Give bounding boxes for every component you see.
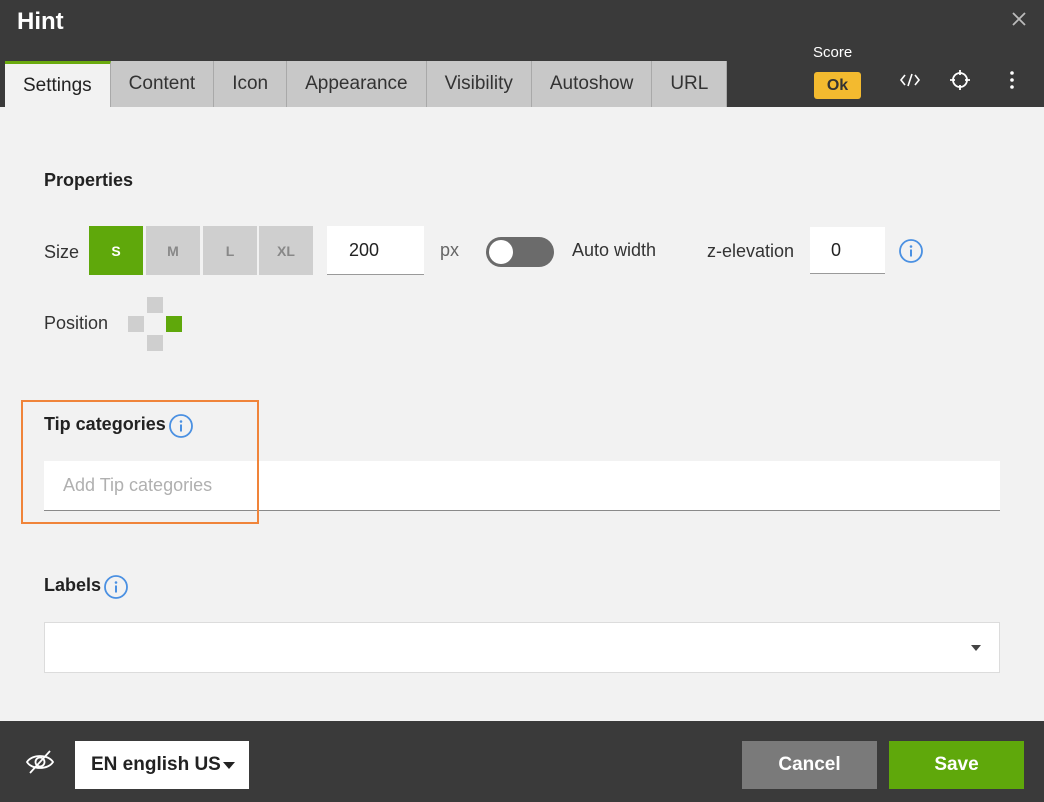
- crosshair-icon[interactable]: [946, 66, 974, 94]
- tab-appearance[interactable]: Appearance: [287, 61, 427, 107]
- tip-categories-input[interactable]: Add Tip categories: [44, 461, 1000, 511]
- labels-info-icon[interactable]: [103, 574, 129, 600]
- score-label: Score: [813, 44, 853, 61]
- tab-content[interactable]: Content: [110, 61, 215, 107]
- tab-visibility[interactable]: Visibility: [426, 61, 532, 107]
- z-elevation-label: z-elevation: [707, 241, 795, 261]
- toggle-knob: [489, 240, 513, 264]
- size-m-button[interactable]: M: [146, 226, 200, 275]
- width-input[interactable]: 200: [327, 226, 424, 275]
- auto-width-toggle[interactable]: [486, 237, 554, 267]
- more-vertical-icon[interactable]: [998, 66, 1026, 94]
- tab-settings[interactable]: Settings: [5, 61, 111, 107]
- properties-title: Properties: [44, 170, 134, 190]
- dialog-title: Hint: [17, 8, 64, 35]
- labels-title: Labels: [44, 575, 102, 595]
- chevron-down-icon: [971, 645, 981, 651]
- position-label: Position: [44, 313, 109, 333]
- tab-url[interactable]: URL: [652, 61, 728, 107]
- close-icon[interactable]: [1008, 8, 1030, 30]
- size-label: Size: [44, 242, 80, 262]
- save-button[interactable]: Save: [889, 741, 1024, 789]
- language-select[interactable]: EN english US: [75, 741, 249, 789]
- chevron-down-icon: [223, 762, 235, 769]
- z-elevation-input[interactable]: 0: [810, 227, 885, 274]
- cancel-button[interactable]: Cancel: [742, 741, 877, 789]
- auto-width-label: Auto width: [572, 240, 657, 260]
- tab-bar: Settings Content Icon Appearance Visibil…: [5, 61, 728, 107]
- dialog-header: Hint Settings Content Icon Appearance Vi…: [0, 0, 1044, 107]
- dialog-footer: EN english US Cancel Save: [0, 721, 1044, 802]
- code-icon[interactable]: [896, 66, 924, 94]
- position-right-cell[interactable]: [166, 316, 182, 332]
- position-top-cell[interactable]: [147, 297, 163, 313]
- position-left-cell[interactable]: [128, 316, 144, 332]
- position-bottom-cell[interactable]: [147, 335, 163, 351]
- tip-categories-info-icon[interactable]: [168, 413, 194, 439]
- eye-slash-icon[interactable]: [24, 746, 56, 778]
- tip-categories-title: Tip categories: [44, 414, 166, 434]
- size-xl-button[interactable]: XL: [259, 226, 313, 275]
- tab-icon[interactable]: Icon: [214, 61, 288, 107]
- size-s-button[interactable]: S: [89, 226, 143, 275]
- language-value: EN english US: [91, 754, 221, 775]
- info-icon[interactable]: [898, 238, 924, 264]
- tab-autoshow[interactable]: Autoshow: [531, 61, 653, 107]
- size-l-button[interactable]: L: [203, 226, 257, 275]
- width-unit-label: px: [440, 240, 460, 260]
- labels-select[interactable]: [44, 622, 1000, 673]
- score-badge: Ok: [814, 72, 861, 99]
